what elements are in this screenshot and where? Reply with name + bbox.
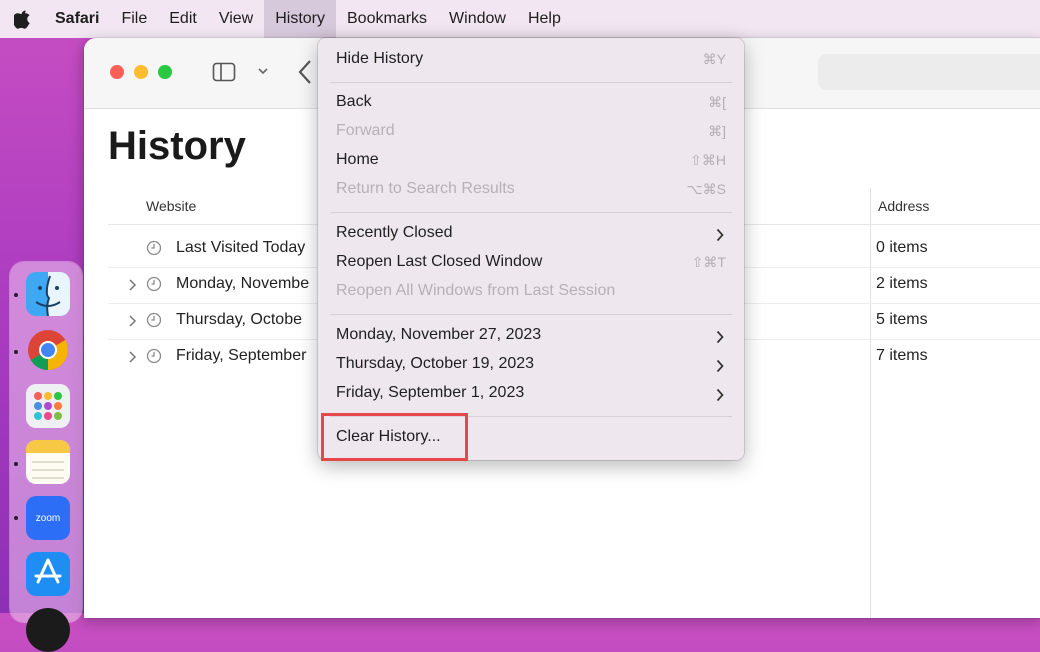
history-menu: Hide History ⌘Y Back ⌘[ Forward ⌘] Home … bbox=[318, 38, 744, 460]
clock-icon bbox=[146, 312, 162, 328]
safari-dock-icon[interactable] bbox=[26, 608, 70, 652]
zoom-label: zoom bbox=[35, 512, 61, 524]
clear-history-highlight bbox=[321, 413, 468, 461]
disclosure-chevron-icon[interactable] bbox=[128, 278, 138, 292]
menu-item-home[interactable]: Home ⇧⌘H bbox=[318, 147, 744, 176]
menu-window[interactable]: Window bbox=[438, 0, 517, 38]
column-header-website[interactable]: Website bbox=[146, 198, 196, 214]
notes-icon[interactable] bbox=[26, 440, 70, 484]
column-header-address[interactable]: Address bbox=[878, 198, 929, 214]
menu-item-recently-closed[interactable]: Recently Closed bbox=[318, 220, 744, 249]
shortcut-label: ⇧⌘H bbox=[690, 152, 726, 168]
clock-icon bbox=[146, 276, 162, 292]
history-row-label: Last Visited Today bbox=[176, 239, 306, 256]
address-field[interactable] bbox=[818, 54, 1040, 90]
menu-view[interactable]: View bbox=[208, 0, 264, 38]
running-indicator bbox=[14, 293, 18, 297]
close-window-button[interactable] bbox=[110, 65, 124, 79]
menu-history[interactable]: History bbox=[264, 0, 336, 38]
menu-item-reopen-all-windows: Reopen All Windows from Last Session bbox=[336, 282, 616, 299]
menu-edit[interactable]: Edit bbox=[158, 0, 208, 38]
page-title: History bbox=[108, 124, 246, 168]
running-indicator bbox=[14, 350, 18, 354]
launchpad-icon[interactable] bbox=[26, 384, 70, 428]
chevron-right-icon bbox=[716, 388, 724, 402]
menu-file[interactable]: File bbox=[110, 0, 158, 38]
menu-item-day-nov-27[interactable]: Monday, November 27, 2023 bbox=[318, 322, 744, 351]
history-row-label: Thursday, Octobe bbox=[176, 311, 302, 328]
running-indicator bbox=[14, 516, 18, 520]
menu-item-return-to-search-results: Return to Search Results ⌥⌘S bbox=[336, 180, 726, 197]
disclosure-chevron-icon[interactable] bbox=[128, 314, 138, 328]
menu-bar: Safari File Edit View History Bookmarks … bbox=[0, 0, 1040, 38]
apple-menu-icon[interactable] bbox=[0, 0, 44, 38]
running-indicator bbox=[14, 462, 18, 466]
dock: zoom bbox=[10, 262, 82, 652]
history-row-label: Friday, September bbox=[176, 347, 307, 364]
history-row-label: Monday, Novembe bbox=[176, 275, 310, 292]
shortcut-label: ⌘Y bbox=[702, 51, 726, 67]
chevron-right-icon bbox=[716, 228, 724, 242]
disclosure-chevron-icon[interactable] bbox=[128, 350, 138, 364]
zoom-icon[interactable]: zoom bbox=[26, 496, 70, 540]
history-row-count: 2 items bbox=[876, 275, 928, 292]
menu-bookmarks[interactable]: Bookmarks bbox=[336, 0, 438, 38]
menu-separator bbox=[330, 314, 732, 315]
finder-icon[interactable] bbox=[26, 272, 70, 317]
zoom-window-button[interactable] bbox=[158, 65, 172, 79]
shortcut-label: ⌘] bbox=[708, 123, 726, 139]
clock-icon bbox=[146, 348, 162, 364]
shortcut-label: ⌥⌘S bbox=[686, 181, 726, 197]
shortcut-label: ⇧⌘T bbox=[691, 254, 726, 270]
chevron-down-icon[interactable] bbox=[256, 64, 270, 78]
menu-item-reopen-last-closed-window[interactable]: Reopen Last Closed Window ⇧⌘T bbox=[318, 249, 744, 278]
shortcut-label: ⌘[ bbox=[708, 94, 726, 110]
history-row-count: 0 items bbox=[876, 239, 928, 256]
app-store-icon[interactable] bbox=[26, 552, 70, 596]
menu-separator bbox=[330, 212, 732, 213]
menu-item-hide-history[interactable]: Hide History ⌘Y bbox=[318, 46, 744, 75]
minimize-window-button[interactable] bbox=[134, 65, 148, 79]
menu-separator bbox=[330, 82, 732, 83]
history-row-count: 5 items bbox=[876, 311, 928, 328]
chevron-right-icon bbox=[716, 330, 724, 344]
clock-icon bbox=[146, 240, 162, 256]
menu-item-day-oct-19[interactable]: Thursday, October 19, 2023 bbox=[318, 351, 744, 380]
menu-item-day-sep-1[interactable]: Friday, September 1, 2023 bbox=[318, 380, 744, 409]
back-arrow-icon[interactable] bbox=[296, 58, 314, 86]
chrome-icon[interactable] bbox=[26, 328, 70, 372]
menu-item-forward: Forward ⌘] bbox=[336, 122, 726, 139]
menu-help[interactable]: Help bbox=[517, 0, 572, 38]
sidebar-toggle-icon[interactable] bbox=[212, 62, 236, 82]
menu-safari[interactable]: Safari bbox=[44, 0, 110, 38]
chevron-right-icon bbox=[716, 359, 724, 373]
history-row-count: 7 items bbox=[876, 347, 928, 364]
menu-item-back[interactable]: Back ⌘[ bbox=[318, 89, 744, 118]
